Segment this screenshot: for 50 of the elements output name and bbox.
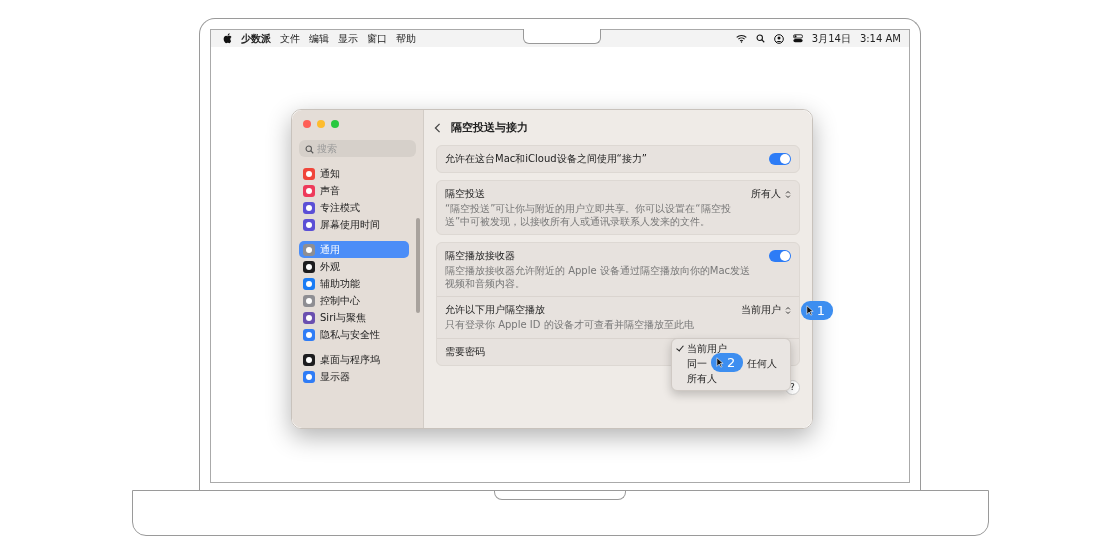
sidebar-item[interactable]: 屏幕使用时间 <box>299 216 409 233</box>
sidebar-item[interactable]: 专注模式 <box>299 199 409 216</box>
menu-time[interactable]: 3:14 AM <box>859 33 901 44</box>
search-icon <box>305 145 314 154</box>
menu-item[interactable]: 少数派 <box>241 31 271 46</box>
user-icon[interactable] <box>773 33 784 44</box>
setting-label: 允许以下用户隔空播放 <box>445 303 545 317</box>
sidebar-item[interactable]: 外观 <box>299 258 409 275</box>
sidebar-item[interactable]: 显示器 <box>299 368 409 385</box>
control-center-icon[interactable] <box>792 34 803 43</box>
setting-label: 需要密码 <box>445 344 485 359</box>
sidebar-item[interactable]: 声音 <box>299 182 409 199</box>
menu-option[interactable]: 任何人 <box>747 357 777 371</box>
setting-label: 隔空播放接收器 <box>445 249 515 263</box>
scroll-bar[interactable] <box>416 218 420 313</box>
back-icon[interactable] <box>434 122 441 133</box>
menu-option[interactable]: 所有人 <box>676 372 717 386</box>
apple-logo-icon[interactable] <box>223 33 232 44</box>
sidebar-item[interactable]: 通知 <box>299 165 409 182</box>
menu-date[interactable]: 3月14日 <box>811 31 851 46</box>
menu-item[interactable]: 帮助 <box>396 31 416 46</box>
search-icon[interactable] <box>755 34 765 43</box>
updown-chevron-icon <box>785 305 791 315</box>
sidebar-item[interactable]: 辅助功能 <box>299 275 409 292</box>
sidebar-item[interactable]: 隐私与安全性 <box>299 326 409 343</box>
sidebar-item[interactable]: Siri与聚焦 <box>299 309 409 326</box>
sidebar-item[interactable]: 桌面与程序坞 <box>299 351 409 368</box>
setting-label: 允许在这台Mac和iCloud设备之间使用“接力” <box>445 152 647 166</box>
updown-chevron-icon <box>785 189 791 199</box>
popup-button[interactable]: 当前用户 <box>741 303 791 317</box>
toggle-switch[interactable] <box>769 153 791 165</box>
sidebar-item[interactable]: 控制中心 <box>299 292 409 309</box>
menu-item[interactable]: 文件 <box>280 31 300 46</box>
callout-number: 1 <box>816 303 825 318</box>
wifi-icon[interactable] <box>735 34 747 43</box>
popup-button[interactable]: 所有人 <box>751 187 791 201</box>
menu-item[interactable]: 窗口 <box>367 31 387 46</box>
toggle-switch[interactable] <box>769 250 791 262</box>
setting-description: 只有登录你 Apple ID 的设备才可查看并隔空播放至此电 <box>445 319 694 332</box>
menu-item[interactable]: 编辑 <box>309 31 329 46</box>
page-title: 隔空投送与接力 <box>451 120 528 135</box>
setting-description: “隔空投送”可让你与附近的用户立即共享。你可以设置在“隔空投送”中可被发现，以接收所有人或通讯录联系人发来的文件。 <box>445 203 732 228</box>
cursor-icon <box>716 356 724 368</box>
menu-item[interactable]: 显示 <box>338 31 358 46</box>
menu-option[interactable]: 当前用户 <box>676 342 727 356</box>
menu-option[interactable]: 同一 <box>676 357 707 371</box>
setting-description: 隔空播放接收器允许附近的 Apple 设备通过隔空播放向你的Mac发送视频和音频内容。 <box>445 265 752 290</box>
setting-label: 隔空投送 <box>445 187 485 201</box>
cursor-icon <box>805 305 814 316</box>
callout-number: 2 <box>727 354 736 370</box>
